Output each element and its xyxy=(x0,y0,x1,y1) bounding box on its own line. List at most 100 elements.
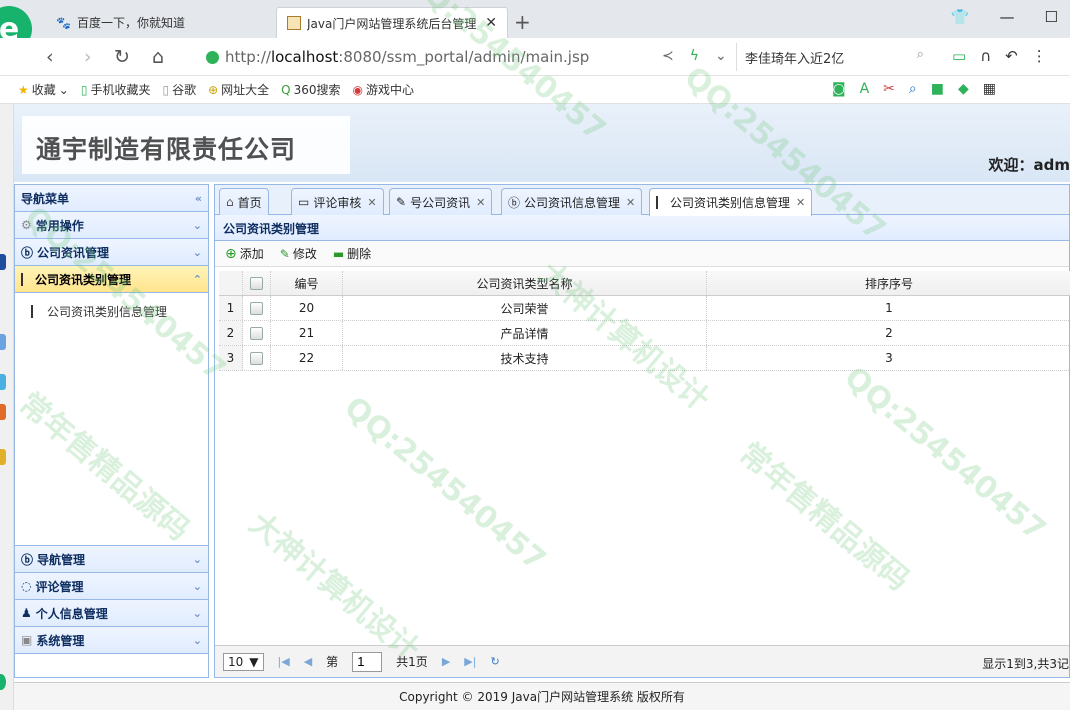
row-checkbox[interactable] xyxy=(243,296,271,320)
row-number: 1 xyxy=(219,296,243,320)
shield-icon[interactable]: ◆ xyxy=(958,81,969,97)
chat-icon[interactable]: ◙ xyxy=(832,81,846,97)
add-button[interactable]: ⊕ 添加 xyxy=(225,245,264,262)
magnifier-icon[interactable]: ⌕ xyxy=(909,81,917,97)
home-icon[interactable]: ⌂ xyxy=(152,46,164,68)
refresh-icon[interactable]: ↻ xyxy=(490,655,499,668)
game-icon: ◉ xyxy=(352,82,364,97)
maximize-icon[interactable]: ☐ xyxy=(1045,8,1058,26)
side-app-icon[interactable] xyxy=(0,674,6,690)
side-app-icon[interactable] xyxy=(0,374,6,390)
table-row[interactable]: 2 21 产品详情 2 xyxy=(219,321,1070,346)
menu-group-profile[interactable]: ♟ 个人信息管理 ⌄ xyxy=(15,600,208,627)
tree-icon xyxy=(656,196,666,209)
panel-title: 公司资讯类别管理 xyxy=(215,215,1069,241)
menu-group-common[interactable]: ⚙ 常用操作 ⌄ xyxy=(15,212,208,239)
extension-icons: ◙ A ✂ ⌕ ■ ◆ ▦ xyxy=(832,81,996,97)
reload-icon[interactable]: ↻ xyxy=(114,46,130,68)
search-box[interactable]: 李佳琦年入近2亿 ⌕ xyxy=(736,43,932,71)
cell-name: 产品详情 xyxy=(343,321,707,345)
select-all-checkbox[interactable] xyxy=(243,271,271,295)
chevron-down-icon[interactable]: ⌄ xyxy=(715,48,727,64)
last-page-icon[interactable]: ▶| xyxy=(464,655,476,668)
pencil-icon: ✎ xyxy=(279,246,290,261)
side-app-icon[interactable] xyxy=(0,254,6,270)
first-page-icon[interactable]: |◀ xyxy=(278,655,290,668)
cell-name: 公司荣誉 xyxy=(343,296,707,320)
next-page-icon[interactable]: ▶ xyxy=(442,655,450,668)
menu-item-news-category-info[interactable]: 公司资讯类别信息管理 xyxy=(31,303,192,320)
grid-icon[interactable]: ▦ xyxy=(983,81,996,97)
shirt-icon[interactable]: 👕 xyxy=(951,8,970,26)
address-bar[interactable]: http://localhost:8080/ssm_portal/admin/m… xyxy=(206,43,726,71)
close-tab-icon[interactable]: ✕ xyxy=(485,15,497,31)
menu-group-news-category[interactable]: 公司资讯类别管理 ⌃ xyxy=(15,266,208,293)
column-header-order[interactable]: 排序序号 xyxy=(707,271,1070,295)
prev-page-icon[interactable]: ◀ xyxy=(304,655,312,668)
forward-icon[interactable]: › xyxy=(84,46,92,68)
minimize-icon[interactable]: — xyxy=(1000,8,1015,26)
browser-tab-baidu[interactable]: 🐾 百度一下，你就知道 xyxy=(46,7,274,38)
menu-group-nav[interactable]: ⓑ 导航管理 ⌄ xyxy=(15,546,208,573)
bookmarks-bar: ★ 收藏 ⌄ ▯ 手机收藏夹 ▯ 谷歌 ⊕ 网址大全 Q 360搜索 ◉ 游戏中心 ◙ A ✂… xyxy=(0,76,1070,104)
battery-icon[interactable]: ▭ xyxy=(952,47,966,65)
b-circle-icon: ⓑ xyxy=(21,552,34,567)
browser-tab-admin[interactable]: Java门户网站管理系统后台管理 ✕ xyxy=(276,7,508,38)
tab-news-category[interactable]: 公司资讯类别信息管理 ✕ xyxy=(649,188,813,216)
table-row[interactable]: 3 22 技术支持 3 xyxy=(219,346,1070,371)
tab-news-management[interactable]: ⓑ 公司资讯信息管理 ✕ xyxy=(501,188,643,215)
edit-button[interactable]: ✎ 修改 xyxy=(280,245,317,262)
tab-comment-review[interactable]: ▭ 评论审核 ✕ xyxy=(291,188,384,215)
bookmark-360-search[interactable]: Q 360搜索 xyxy=(281,81,340,98)
row-number: 2 xyxy=(219,321,243,345)
menu-group-news[interactable]: ⓑ 公司资讯管理 ⌄ xyxy=(15,239,208,266)
new-tab-icon[interactable]: + xyxy=(514,10,531,34)
undo-icon[interactable]: ↶ xyxy=(1005,47,1018,65)
tab-company-news[interactable]: ✎ 号公司资讯 ✕ xyxy=(389,188,493,215)
cell-name: 技术支持 xyxy=(343,346,707,370)
side-app-strip xyxy=(0,104,14,710)
more-icon[interactable]: ⋮ xyxy=(1032,47,1047,65)
back-icon[interactable]: ‹ xyxy=(46,46,54,68)
cell-order: 1 xyxy=(885,301,893,315)
bookmark-game-center[interactable]: ◉ 游戏中心 xyxy=(353,81,415,98)
side-app-icon[interactable] xyxy=(0,449,6,465)
bookmark-site-nav[interactable]: ⊕ 网址大全 xyxy=(208,81,269,98)
chevron-double-down-icon: ⌄ xyxy=(192,552,202,566)
close-icon[interactable]: ✕ xyxy=(367,196,376,209)
headphones-icon[interactable]: ∩ xyxy=(980,47,991,65)
pagination-info: 显示1到3,共3记 xyxy=(982,657,1069,671)
table-row[interactable]: 1 20 公司荣誉 1 xyxy=(219,296,1070,321)
page-number-input[interactable] xyxy=(352,651,383,672)
scissors-icon[interactable]: ✂ xyxy=(883,81,895,97)
row-checkbox[interactable] xyxy=(243,321,271,345)
close-icon[interactable]: ✕ xyxy=(626,196,635,209)
share-icon[interactable]: ≺ xyxy=(662,48,674,64)
menu-group-comments[interactable]: ◌ 评论管理 ⌄ xyxy=(15,573,208,600)
page-size-select[interactable]: 10 ▼ xyxy=(223,652,264,671)
gear-icon: ⚙ xyxy=(21,218,32,232)
secure-shield-icon xyxy=(206,50,219,64)
cell-order: 3 xyxy=(885,351,893,365)
translate-icon[interactable]: A xyxy=(860,81,870,97)
bookmark-mobile[interactable]: ▯ 手机收藏夹 xyxy=(81,81,151,98)
side-app-icon[interactable] xyxy=(0,404,6,420)
menu-group-system[interactable]: ▣ 系统管理 ⌄ xyxy=(15,627,208,654)
bookmark-favorites[interactable]: ★ 收藏 ⌄ xyxy=(18,81,69,98)
gamepad-icon[interactable]: ■ xyxy=(931,81,944,97)
lightning-icon[interactable]: ϟ xyxy=(690,48,699,64)
tab-home[interactable]: ⌂ 首页 xyxy=(219,188,269,215)
collapse-panel-icon[interactable]: « xyxy=(195,192,202,205)
content-area: ⌂ 首页 ▭ 评论审核 ✕ ✎ 号公司资讯 ✕ ⓑ 公司资讯信息管理 ✕ 公司资讯类别信息管理… xyxy=(214,184,1070,678)
side-app-icon[interactable] xyxy=(0,334,6,350)
close-icon[interactable]: ✕ xyxy=(476,196,485,209)
bookmark-google[interactable]: ▯ 谷歌 xyxy=(162,81,196,98)
delete-button[interactable]: ▬ 删除 xyxy=(333,245,371,262)
close-icon[interactable]: ✕ xyxy=(796,196,805,209)
row-checkbox[interactable] xyxy=(243,346,271,370)
column-header-name[interactable]: 公司资讯类型名称 xyxy=(343,271,707,295)
home-icon: ⌂ xyxy=(226,195,234,209)
column-header-id[interactable]: 编号 xyxy=(271,271,343,295)
comment-icon: ◌ xyxy=(21,579,32,593)
search-icon[interactable]: ⌕ xyxy=(917,47,924,62)
